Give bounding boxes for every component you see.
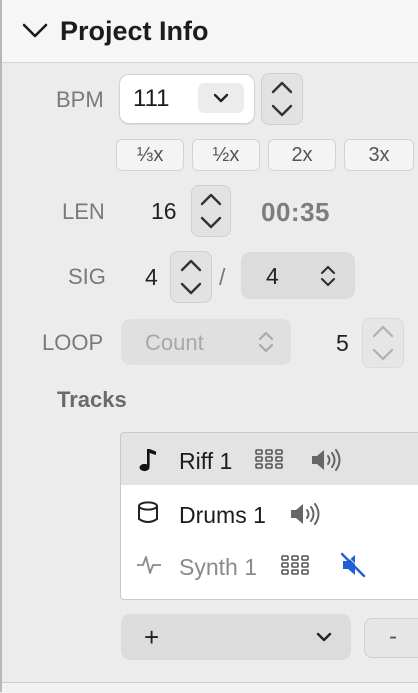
bpm-label: BPM: [56, 87, 104, 112]
up-down-chevron-icon: [320, 265, 336, 287]
sig-separator: /: [219, 264, 226, 290]
section-title: Project Info: [60, 16, 209, 46]
waveform-icon: [137, 556, 161, 574]
sig-numerator-stepper[interactable]: [170, 251, 212, 303]
stepper-arrows-icon[interactable]: [171, 252, 211, 302]
loop-mode-value: Count: [145, 330, 204, 355]
bpm-value[interactable]: 111: [133, 85, 169, 113]
section-header[interactable]: Project Info: [2, 0, 418, 63]
chevron-down-icon[interactable]: [22, 20, 48, 42]
pattern-grid-icon[interactable]: [254, 447, 284, 471]
music-note-icon: [139, 449, 156, 472]
speaker-icon[interactable]: [310, 448, 342, 472]
bottom-divider: [2, 682, 418, 693]
pattern-grid-icon[interactable]: [280, 553, 310, 577]
bpm-stepper[interactable]: [261, 73, 303, 125]
remove-track-button[interactable]: -: [364, 618, 418, 658]
sig-denominator: 4: [266, 263, 279, 289]
track-row-synth-1[interactable]: Synth 1: [121, 539, 418, 591]
loop-count-value: 5: [336, 330, 349, 356]
bpm-third-button[interactable]: ⅓x: [116, 139, 184, 171]
len-label: LEN: [62, 199, 105, 224]
stepper-arrows-icon[interactable]: [262, 74, 302, 124]
track-name: Drums 1: [179, 502, 266, 528]
sig-label: SIG: [68, 264, 106, 289]
drum-icon: [138, 501, 158, 523]
up-down-chevron-icon: [258, 331, 274, 353]
loop-mode-select[interactable]: Count: [121, 319, 291, 365]
track-name: Synth 1: [179, 554, 257, 580]
speaker-muted-icon[interactable]: [340, 552, 366, 578]
sig-numerator: 4: [145, 264, 158, 290]
track-list[interactable]: Riff 1 Drums 1 Synth 1: [120, 432, 418, 600]
speaker-icon[interactable]: [289, 502, 321, 526]
bpm-double-button[interactable]: 2x: [268, 139, 336, 171]
bpm-half-button[interactable]: ½x: [192, 139, 260, 171]
stepper-arrows-icon[interactable]: [192, 186, 230, 236]
len-value: 16: [151, 198, 177, 224]
track-row-drums-1[interactable]: Drums 1: [121, 487, 418, 539]
bpm-dropdown-button[interactable]: [198, 83, 244, 113]
panel-border: [0, 0, 2, 692]
remove-label: -: [389, 623, 397, 650]
stepper-arrows-icon[interactable]: [363, 319, 403, 367]
track-row-riff-1[interactable]: Riff 1: [121, 433, 418, 485]
bpm-triple-button[interactable]: 3x: [344, 139, 414, 171]
loop-count-stepper[interactable]: [362, 318, 404, 368]
bpm-field[interactable]: 111: [119, 74, 255, 124]
chevron-down-icon: [213, 93, 229, 103]
track-name: Riff 1: [179, 448, 233, 474]
loop-label: LOOP: [42, 330, 104, 355]
add-label: +: [144, 622, 160, 652]
add-track-button[interactable]: +: [121, 614, 351, 660]
len-stepper[interactable]: [191, 185, 231, 237]
chevron-down-icon: [316, 632, 332, 642]
duration-readout: 00:35: [261, 197, 330, 227]
sig-denominator-select[interactable]: 4: [241, 252, 355, 299]
tracks-heading: Tracks: [57, 387, 127, 412]
